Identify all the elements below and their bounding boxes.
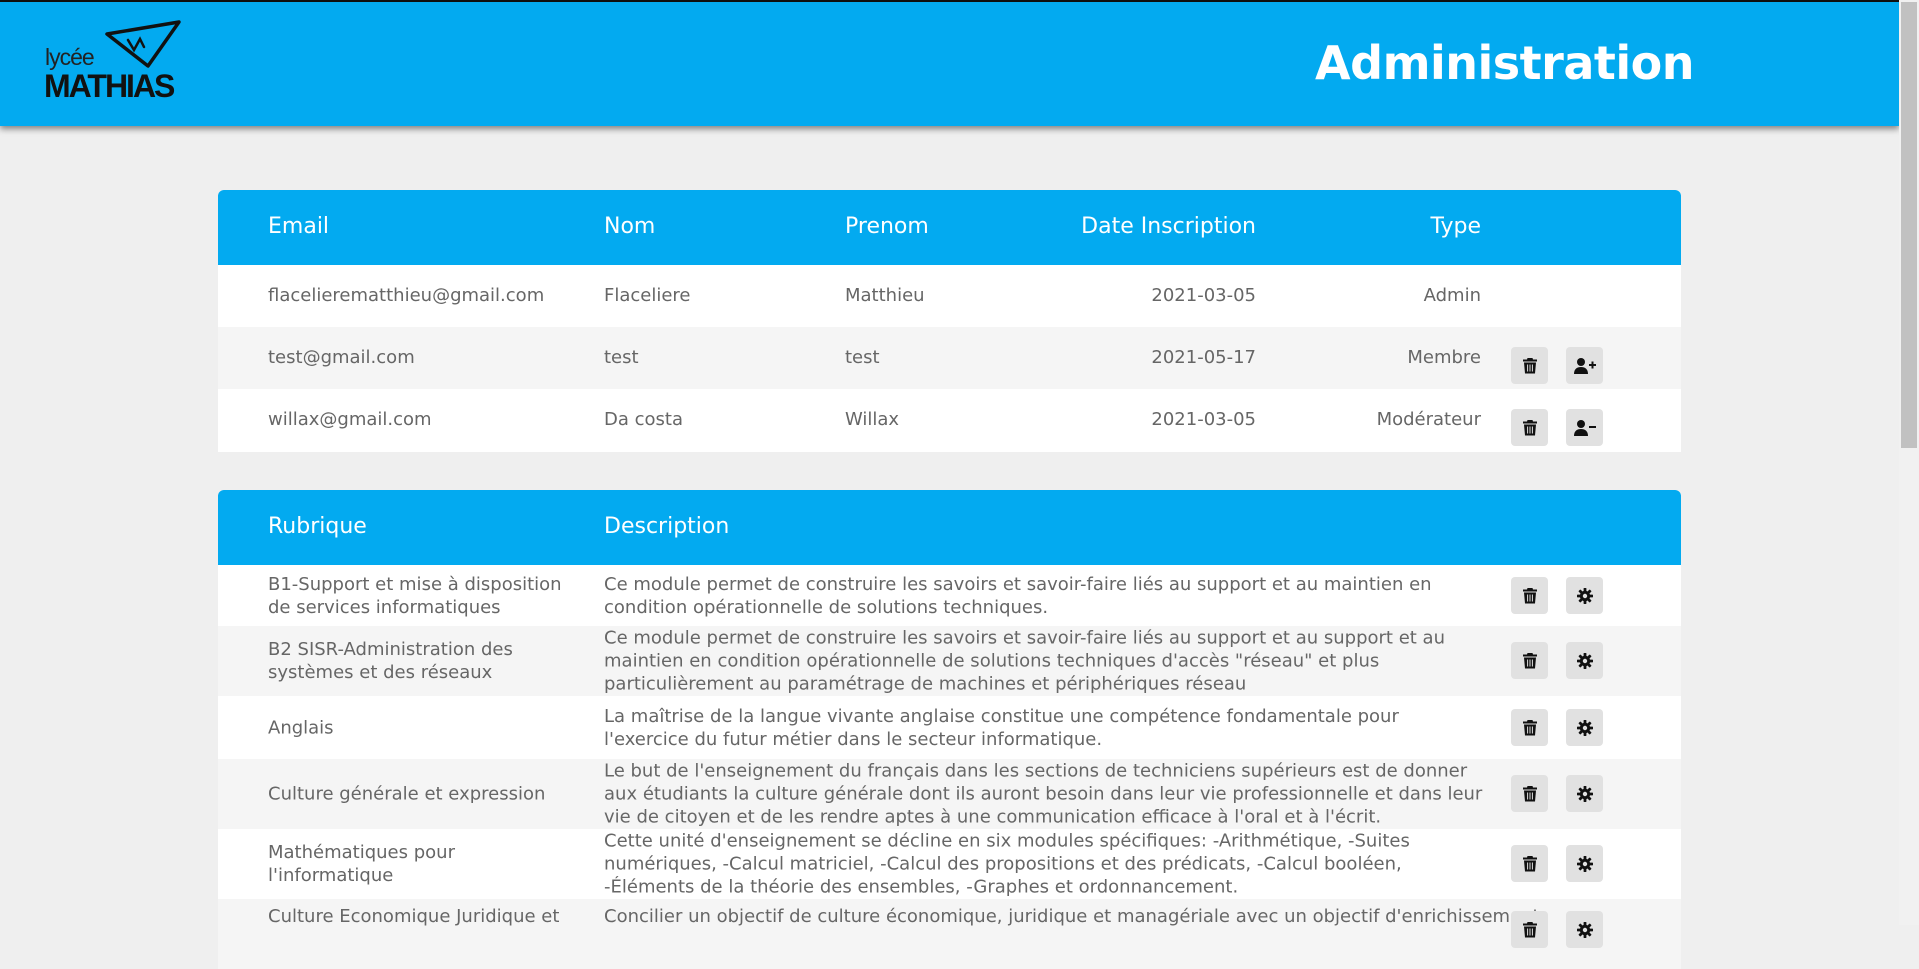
user-nom: Flaceliere bbox=[604, 285, 691, 306]
user-email: flacelierematthieu@gmail.com bbox=[268, 285, 545, 306]
user-date-inscription: 2021-03-05 bbox=[1151, 285, 1256, 306]
edit-rubrique-button[interactable] bbox=[1566, 577, 1603, 614]
table-row: B2 SISR-Administration des systèmes et d… bbox=[218, 626, 1681, 696]
rubrique-name: B2 SISR-Administration des systèmes et d… bbox=[268, 639, 513, 683]
rubrique-name: Mathématiques pour l'informatique bbox=[268, 842, 455, 886]
delete-user-button[interactable] bbox=[1511, 347, 1548, 384]
promote-user-button[interactable] bbox=[1566, 347, 1603, 384]
table-row: Anglais La maîtrise de la langue vivante… bbox=[218, 696, 1681, 759]
lycee-mathias-logo[interactable]: lycée MATHIAS bbox=[44, 20, 181, 106]
trash-icon bbox=[1522, 419, 1537, 435]
col-header-email: Email bbox=[268, 214, 330, 239]
col-header-nom: Nom bbox=[604, 214, 656, 239]
gear-icon bbox=[1576, 785, 1593, 802]
rubrique-description: Concilier un objectif de culture économi… bbox=[604, 906, 1540, 927]
users-table: Email Nom Prenom Date Inscription Type f… bbox=[218, 190, 1681, 452]
table-row: test@gmail.com test test 2021-05-17 Memb… bbox=[218, 327, 1681, 389]
trash-icon bbox=[1522, 587, 1537, 603]
trash-icon bbox=[1522, 785, 1537, 801]
user-minus-icon bbox=[1573, 419, 1596, 436]
user-email: test@gmail.com bbox=[268, 347, 415, 368]
rubrique-name: Culture Economique Juridique et bbox=[268, 906, 560, 927]
scrollbar-thumb[interactable] bbox=[1901, 2, 1917, 448]
rubrique-description: Ce module permet de construire les savoi… bbox=[604, 627, 1445, 695]
logo-text-mathias: MATHIAS bbox=[44, 68, 175, 104]
trash-icon bbox=[1522, 719, 1537, 735]
delete-rubrique-button[interactable] bbox=[1511, 577, 1548, 614]
col-header-rubrique: Rubrique bbox=[268, 514, 367, 539]
trash-icon bbox=[1522, 357, 1537, 373]
user-prenom: Matthieu bbox=[845, 285, 925, 306]
gear-icon bbox=[1576, 855, 1593, 872]
edit-rubrique-button[interactable] bbox=[1566, 911, 1603, 948]
users-table-header: Email Nom Prenom Date Inscription Type bbox=[218, 190, 1681, 265]
user-date-inscription: 2021-05-17 bbox=[1151, 347, 1256, 368]
rubrique-description: Cette unité d'enseignement se décline en… bbox=[604, 830, 1410, 898]
gear-icon bbox=[1576, 719, 1593, 736]
user-type: Membre bbox=[1407, 347, 1481, 368]
gear-icon bbox=[1576, 921, 1593, 938]
rubrique-name: B1-Support et mise à disposition de serv… bbox=[268, 573, 562, 618]
table-row: flacelierematthieu@gmail.com Flaceliere … bbox=[218, 265, 1681, 327]
delete-user-button[interactable] bbox=[1511, 409, 1548, 446]
user-type: Admin bbox=[1423, 285, 1481, 306]
table-row: willax@gmail.com Da costa Willax 2021-03… bbox=[218, 389, 1681, 452]
user-prenom: test bbox=[845, 347, 880, 368]
rubrique-description: Le but de l'enseignement du français dan… bbox=[604, 760, 1483, 828]
col-header-type: Type bbox=[1430, 214, 1481, 239]
delete-rubrique-button[interactable] bbox=[1511, 709, 1548, 746]
rubrique-description: Ce module permet de construire les savoi… bbox=[604, 573, 1432, 618]
user-nom: Da costa bbox=[604, 409, 683, 430]
gear-icon bbox=[1576, 587, 1593, 604]
rubriques-table-header: Rubrique Description bbox=[218, 490, 1681, 565]
user-email: willax@gmail.com bbox=[268, 409, 432, 430]
gear-icon bbox=[1576, 652, 1593, 669]
rubrique-name: Culture générale et expression bbox=[268, 783, 546, 805]
user-plus-icon bbox=[1573, 357, 1596, 374]
rubrique-description: La maîtrise de la langue vivante anglais… bbox=[604, 705, 1399, 750]
trash-icon bbox=[1522, 921, 1537, 937]
col-header-date-inscription: Date Inscription bbox=[1081, 214, 1256, 239]
trash-icon bbox=[1522, 652, 1537, 668]
vertical-scrollbar[interactable] bbox=[1899, 0, 1919, 925]
logo-text-lycee: lycée bbox=[45, 44, 95, 70]
trash-icon bbox=[1522, 855, 1537, 871]
edit-rubrique-button[interactable] bbox=[1566, 709, 1603, 746]
col-header-prenom: Prenom bbox=[845, 214, 929, 239]
edit-rubrique-button[interactable] bbox=[1566, 845, 1603, 882]
paper-plane-logo-mark bbox=[105, 20, 181, 68]
demote-user-button[interactable] bbox=[1566, 409, 1603, 446]
app-header: lycée MATHIAS Administration bbox=[0, 2, 1899, 126]
page-title: Administration bbox=[1315, 36, 1694, 90]
user-date-inscription: 2021-03-05 bbox=[1151, 409, 1256, 430]
table-row: Culture Economique Juridique et Concilie… bbox=[218, 899, 1681, 969]
delete-rubrique-button[interactable] bbox=[1511, 911, 1548, 948]
delete-rubrique-button[interactable] bbox=[1511, 845, 1548, 882]
rubrique-name: Anglais bbox=[268, 717, 334, 738]
delete-rubrique-button[interactable] bbox=[1511, 642, 1548, 679]
table-row: Culture générale et expression Le but de… bbox=[218, 759, 1681, 829]
edit-rubrique-button[interactable] bbox=[1566, 775, 1603, 812]
col-header-description: Description bbox=[604, 514, 730, 539]
user-type: Modérateur bbox=[1376, 409, 1481, 430]
user-nom: test bbox=[604, 347, 639, 368]
user-prenom: Willax bbox=[845, 409, 900, 430]
edit-rubrique-button[interactable] bbox=[1566, 642, 1603, 679]
delete-rubrique-button[interactable] bbox=[1511, 775, 1548, 812]
rubriques-table: Rubrique Description B1-Support et mise … bbox=[218, 490, 1681, 969]
table-row: Mathématiques pour l'informatique Cette … bbox=[218, 829, 1681, 899]
table-row: B1-Support et mise à disposition de serv… bbox=[218, 565, 1681, 626]
